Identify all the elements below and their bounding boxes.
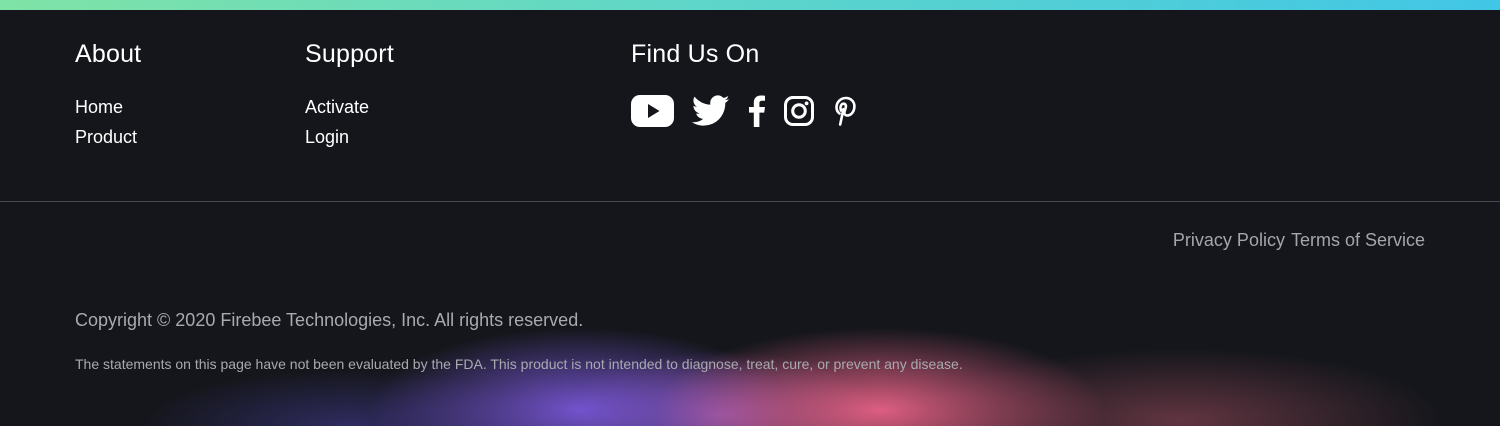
instagram-icon[interactable] [784, 96, 814, 126]
twitter-icon[interactable] [692, 95, 730, 127]
site-footer: About Home Product Support Activate Logi… [0, 0, 1500, 426]
login-link[interactable]: Login [305, 122, 394, 152]
footer-divider [0, 201, 1500, 202]
support-heading: Support [305, 40, 394, 68]
top-gradient-bar [0, 0, 1500, 10]
pinterest-icon[interactable] [832, 95, 858, 127]
support-column: Support Activate Login [305, 38, 394, 152]
product-link[interactable]: Product [75, 122, 141, 152]
youtube-icon[interactable] [631, 95, 674, 127]
about-column: About Home Product [75, 38, 141, 152]
home-link[interactable]: Home [75, 92, 141, 122]
terms-of-service-link[interactable]: Terms of Service [1291, 227, 1425, 253]
legal-links: Privacy Policy Terms of Service [1173, 227, 1425, 253]
copyright-text: Copyright © 2020 Firebee Technologies, I… [75, 310, 584, 330]
about-heading: About [75, 40, 142, 68]
facebook-icon[interactable] [748, 95, 766, 127]
social-icons [631, 92, 858, 130]
find-us-column: Find Us On [631, 38, 858, 130]
activate-link[interactable]: Activate [305, 92, 394, 122]
privacy-policy-link[interactable]: Privacy Policy [1173, 227, 1285, 253]
find-us-heading: Find Us On [631, 40, 760, 68]
fda-disclaimer: The statements on this page have not bee… [75, 356, 963, 372]
